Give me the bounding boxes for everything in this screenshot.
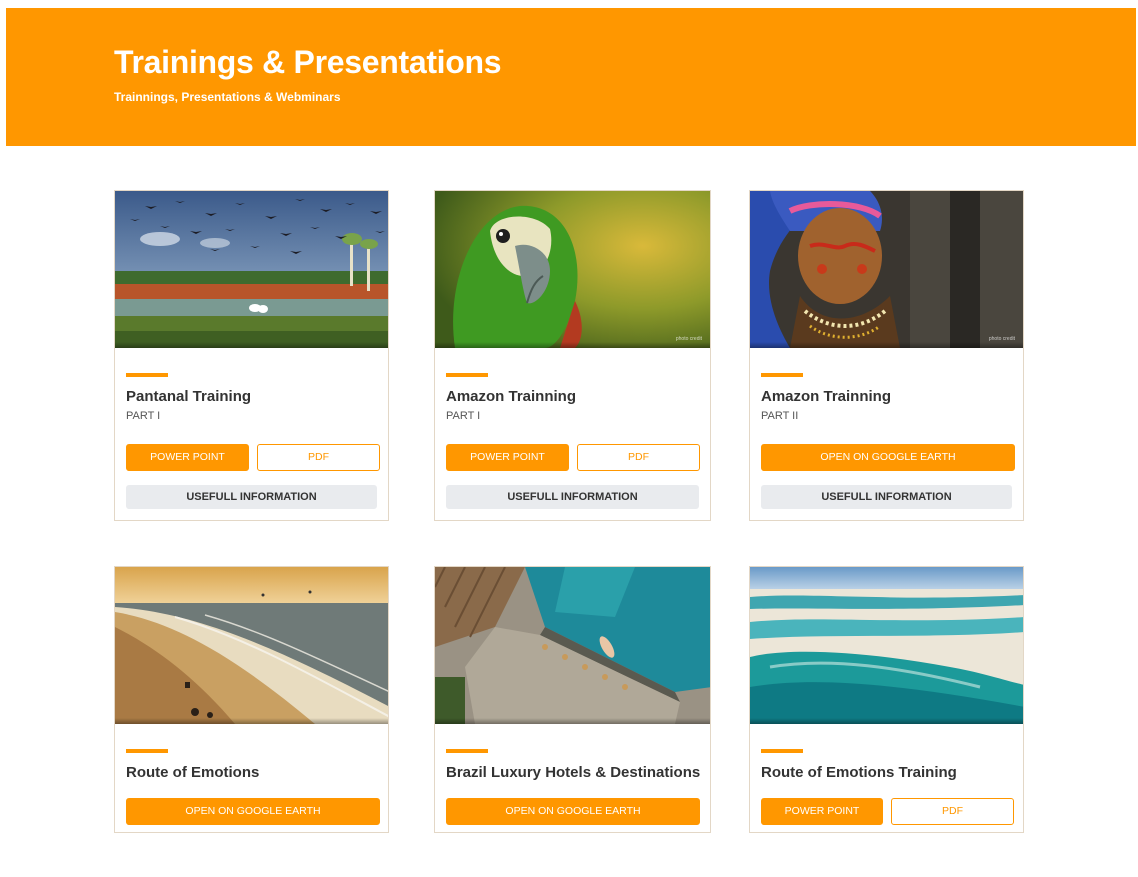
card-image-beach (115, 567, 388, 724)
training-card-brazil-luxury-hotels: Brazil Luxury Hotels & Destinations OPEN… (434, 566, 711, 833)
card-image-luxury-pool (435, 567, 710, 724)
training-card-amazon-part-1: photo credit Amazon Trainning PART I POW… (434, 190, 711, 521)
page-title: Trainings & Presentations (114, 44, 502, 80)
page-header: Trainings & Presentations Trainnings, Pr… (6, 8, 1136, 146)
card-title: Amazon Trainning (446, 388, 577, 405)
card-image-amazon-parrot: photo credit (435, 191, 710, 348)
open-on-google-earth-button[interactable]: OPEN ON GOOGLE EARTH (446, 798, 700, 825)
power-point-button[interactable]: POWER POINT (126, 444, 249, 471)
training-card-amazon-part-2: photo credit Amazon Trainning PART II OP… (749, 190, 1024, 521)
card-title: Amazon Trainning (761, 388, 892, 405)
card-part-label: PART II (761, 410, 799, 422)
card-accent-bar (126, 749, 168, 753)
photo-caption: photo credit (675, 336, 702, 342)
training-card-route-of-emotions: Route of Emotions OPEN ON GOOGLE EARTH (114, 566, 389, 833)
card-title: Pantanal Training (126, 388, 252, 405)
open-on-google-earth-button[interactable]: OPEN ON GOOGLE EARTH (126, 798, 380, 825)
card-image-lagoons (750, 567, 1023, 724)
power-point-button[interactable]: POWER POINT (446, 444, 569, 471)
usefull-information-button[interactable]: USEFULL INFORMATION (126, 485, 377, 509)
card-title: Brazil Luxury Hotels & Destinations (446, 764, 701, 781)
usefull-information-button[interactable]: USEFULL INFORMATION (761, 485, 1012, 509)
card-part-label: PART I (126, 410, 161, 422)
card-accent-bar (761, 373, 803, 377)
photo-caption: photo credit (988, 336, 1015, 342)
card-part-label: PART I (446, 410, 481, 422)
training-card-pantanal: Pantanal Training PART I POWER POINT PDF… (114, 190, 389, 521)
pdf-button[interactable]: PDF (577, 444, 700, 471)
usefull-information-button[interactable]: USEFULL INFORMATION (446, 485, 699, 509)
card-accent-bar (446, 749, 488, 753)
power-point-button[interactable]: POWER POINT (761, 798, 883, 825)
card-accent-bar (761, 749, 803, 753)
open-on-google-earth-button[interactable]: OPEN ON GOOGLE EARTH (761, 444, 1015, 471)
pdf-button[interactable]: PDF (257, 444, 380, 471)
card-image-indigenous-elder: photo credit (750, 191, 1023, 348)
card-accent-bar (126, 373, 168, 377)
card-accent-bar (446, 373, 488, 377)
card-title: Route of Emotions (126, 764, 260, 781)
card-image-pantanal (115, 191, 388, 348)
pdf-button[interactable]: PDF (891, 798, 1014, 825)
training-card-route-of-emotions-training: Route of Emotions Training POWER POINT P… (749, 566, 1024, 833)
page-subtitle: Trainnings, Presentations & Webminars (114, 90, 341, 104)
card-title: Route of Emotions Training (761, 764, 957, 781)
